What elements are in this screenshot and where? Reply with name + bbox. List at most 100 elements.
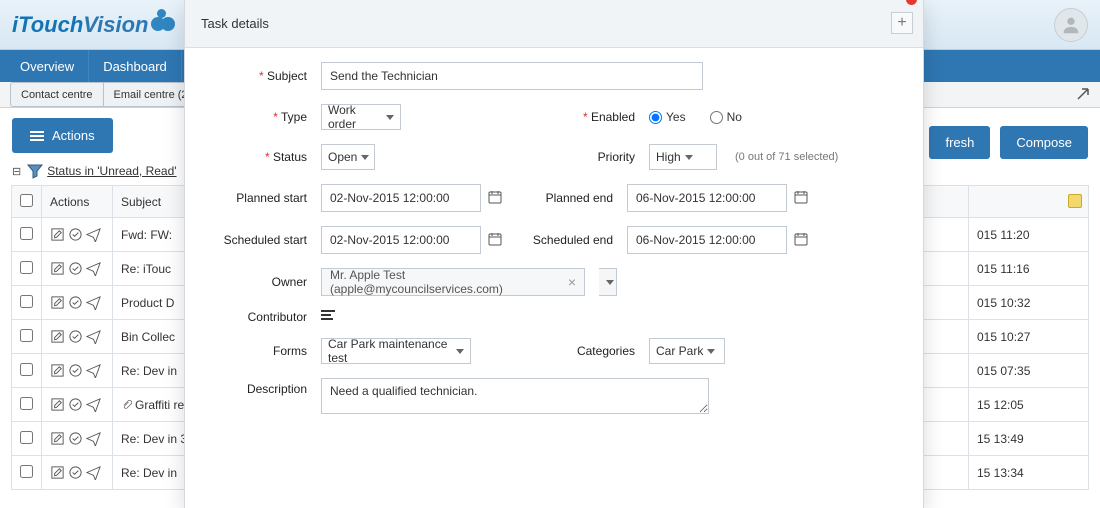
label-enabled: Enabled xyxy=(545,110,635,124)
approve-icon[interactable] xyxy=(68,431,84,447)
row-checkbox[interactable] xyxy=(20,295,33,308)
edit-icon[interactable] xyxy=(50,431,66,447)
col-actions: Actions xyxy=(42,186,113,218)
forms-select[interactable]: Car Park maintenance test xyxy=(321,338,471,364)
row-date: 15 12:05 xyxy=(969,388,1089,422)
send-icon[interactable] xyxy=(86,465,102,481)
row-checkbox[interactable] xyxy=(20,431,33,444)
label-type: Type xyxy=(209,110,307,124)
modal-title: Task details xyxy=(201,16,269,31)
modal-form: Subject Type Work order Enabled Yes No S… xyxy=(185,48,923,442)
scheduled-end-input[interactable] xyxy=(627,226,787,254)
col-date[interactable] xyxy=(969,186,1089,218)
row-checkbox[interactable] xyxy=(20,261,33,274)
approve-icon[interactable] xyxy=(68,465,84,481)
label-forms: Forms xyxy=(209,344,307,358)
row-checkbox[interactable] xyxy=(20,363,33,376)
send-icon[interactable] xyxy=(86,431,102,447)
row-date: 015 10:32 xyxy=(969,286,1089,320)
row-date: 015 07:35 xyxy=(969,354,1089,388)
scheduled-start-input[interactable] xyxy=(321,226,481,254)
col-checkbox xyxy=(12,186,42,218)
compose-button[interactable]: Compose xyxy=(1000,126,1088,159)
priority-hint: (0 out of 71 selected) xyxy=(735,151,838,163)
popout-icon[interactable] xyxy=(1076,87,1090,106)
send-icon[interactable] xyxy=(86,329,102,345)
label-planned-end: Planned end xyxy=(523,191,613,205)
approve-icon[interactable] xyxy=(68,397,84,413)
refresh-button[interactable]: fresh xyxy=(929,126,990,159)
row-date: 015 11:16 xyxy=(969,252,1089,286)
edit-icon[interactable] xyxy=(50,465,66,481)
label-description: Description xyxy=(209,378,307,396)
edit-icon[interactable] xyxy=(50,329,66,345)
calendar-icon[interactable] xyxy=(487,231,503,247)
contributor-menu-icon[interactable] xyxy=(321,310,337,324)
label-priority: Priority xyxy=(545,150,635,164)
label-planned-start: Planned start xyxy=(209,191,307,205)
funnel-icon xyxy=(27,163,43,179)
label-owner: Owner xyxy=(209,275,307,289)
nav-overview[interactable]: Overview xyxy=(6,50,89,82)
approve-icon[interactable] xyxy=(68,261,84,277)
owner-dropdown[interactable] xyxy=(599,268,617,296)
planned-start-input[interactable] xyxy=(321,184,481,212)
attachment-icon xyxy=(121,399,133,411)
owner-field[interactable]: Mr. Apple Test (apple@mycouncilservices.… xyxy=(321,268,585,296)
calendar-icon[interactable] xyxy=(487,189,503,205)
row-date: 15 13:34 xyxy=(969,456,1089,490)
sort-indicator-icon xyxy=(1068,194,1082,208)
brand-logo: iTouchVision xyxy=(12,11,179,39)
avatar[interactable] xyxy=(1054,8,1088,42)
tab-contact-centre[interactable]: Contact centre xyxy=(10,82,104,107)
calendar-icon[interactable] xyxy=(793,231,809,247)
edit-icon[interactable] xyxy=(50,363,66,379)
description-textarea[interactable] xyxy=(321,378,709,414)
row-date: 015 11:20 xyxy=(969,218,1089,252)
edit-icon[interactable] xyxy=(50,227,66,243)
label-scheduled-end: Scheduled end xyxy=(523,233,613,247)
send-icon[interactable] xyxy=(86,363,102,379)
send-icon[interactable] xyxy=(86,397,102,413)
calendar-icon[interactable] xyxy=(793,189,809,205)
nav-dashboard[interactable]: Dashboard xyxy=(89,50,182,82)
tree-collapse-icon[interactable]: ⊟ xyxy=(12,165,21,178)
right-buttons: fresh Compose xyxy=(929,126,1088,159)
row-date: 015 10:27 xyxy=(969,320,1089,354)
send-icon[interactable] xyxy=(86,261,102,277)
categories-select[interactable]: Car Park xyxy=(649,338,725,364)
row-checkbox[interactable] xyxy=(20,465,33,478)
modal-header: Task details + xyxy=(185,0,923,48)
label-contributor: Contributor xyxy=(209,310,307,324)
label-scheduled-start: Scheduled start xyxy=(209,233,307,247)
enabled-yes[interactable]: Yes xyxy=(649,110,686,124)
planned-end-input[interactable] xyxy=(627,184,787,212)
row-checkbox[interactable] xyxy=(20,329,33,342)
actions-button[interactable]: Actions xyxy=(12,118,113,153)
clear-owner-icon[interactable]: × xyxy=(568,274,576,290)
edit-icon[interactable] xyxy=(50,397,66,413)
filter-link[interactable]: Status in 'Unread, Read' xyxy=(47,164,176,178)
priority-select[interactable]: High xyxy=(649,144,717,170)
label-categories: Categories xyxy=(545,344,635,358)
subject-input[interactable] xyxy=(321,62,703,90)
status-select[interactable]: Open xyxy=(321,144,375,170)
edit-icon[interactable] xyxy=(50,261,66,277)
select-all-checkbox[interactable] xyxy=(20,194,33,207)
type-select[interactable]: Work order xyxy=(321,104,401,130)
edit-icon[interactable] xyxy=(50,295,66,311)
hamburger-icon xyxy=(30,131,44,141)
approve-icon[interactable] xyxy=(68,295,84,311)
row-checkbox[interactable] xyxy=(20,227,33,240)
approve-icon[interactable] xyxy=(68,227,84,243)
enabled-no[interactable]: No xyxy=(710,110,742,124)
row-date: 15 13:49 xyxy=(969,422,1089,456)
task-details-modal: Task details + Subject Type Work order E… xyxy=(184,0,924,508)
approve-icon[interactable] xyxy=(68,363,84,379)
add-button[interactable]: + xyxy=(891,12,913,34)
approve-icon[interactable] xyxy=(68,329,84,345)
send-icon[interactable] xyxy=(86,295,102,311)
row-checkbox[interactable] xyxy=(20,397,33,410)
label-status: Status xyxy=(209,150,307,164)
send-icon[interactable] xyxy=(86,227,102,243)
